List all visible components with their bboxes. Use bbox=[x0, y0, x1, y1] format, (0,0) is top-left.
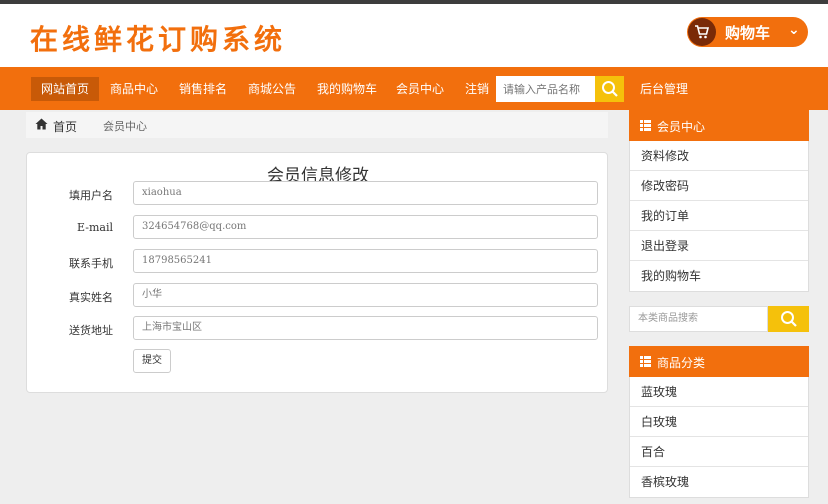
category-item-champagne-rose[interactable]: 香槟玫瑰 bbox=[630, 467, 808, 497]
nav-item-products[interactable]: 商品中心 bbox=[100, 77, 168, 101]
category-title: 商品分类 bbox=[657, 356, 706, 370]
cart-icon bbox=[688, 18, 716, 46]
cart-button[interactable]: 购物车 ⌄ bbox=[687, 17, 808, 47]
nav-item-home[interactable]: 网站首页 bbox=[31, 77, 100, 101]
category-search-button[interactable] bbox=[768, 306, 809, 332]
category-item-white-rose[interactable]: 白玫瑰 bbox=[630, 407, 808, 437]
category-item-lily[interactable]: 百合 bbox=[630, 437, 808, 467]
breadcrumb: 首页 / 会员中心 bbox=[26, 112, 608, 138]
sidebar-item-logout[interactable]: 退出登录 bbox=[630, 231, 808, 261]
search-icon bbox=[602, 81, 618, 97]
search-icon bbox=[781, 311, 797, 327]
email-label: E-mail bbox=[77, 221, 113, 234]
address-label: 送货地址 bbox=[69, 324, 113, 337]
member-center-header: 会员中心 bbox=[629, 110, 809, 141]
nav-item-announcements[interactable]: 商城公告 bbox=[238, 77, 306, 101]
product-search-button[interactable] bbox=[595, 76, 624, 102]
phone-field[interactable]: 18798565241 bbox=[133, 249, 598, 273]
nav-item-member-center[interactable]: 会员中心 bbox=[386, 77, 454, 101]
phone-label: 联系手机 bbox=[69, 257, 113, 270]
email-field[interactable]: 324654768@qq.com bbox=[133, 215, 598, 239]
nav-item-my-cart[interactable]: 我的购物车 bbox=[307, 77, 387, 101]
category-menu: 蓝玫瑰 白玫瑰 百合 香槟玫瑰 bbox=[629, 377, 809, 498]
cart-label: 购物车 bbox=[725, 24, 771, 42]
category-search-input[interactable]: 本类商品搜索 bbox=[629, 306, 768, 332]
sidebar-item-my-orders[interactable]: 我的订单 bbox=[630, 201, 808, 231]
category-header: 商品分类 bbox=[629, 346, 809, 377]
list-icon bbox=[640, 356, 651, 367]
sidebar-item-change-password[interactable]: 修改密码 bbox=[630, 171, 808, 201]
sidebar-item-edit-profile[interactable]: 资料修改 bbox=[630, 141, 808, 171]
sidebar-item-my-cart[interactable]: 我的购物车 bbox=[630, 261, 808, 291]
main-nav: 网站首页 商品中心 销售排名 商城公告 我的购物车 会员中心 注销 后台管理 bbox=[0, 67, 828, 110]
breadcrumb-home[interactable]: 首页 bbox=[53, 118, 77, 135]
realname-label: 真实姓名 bbox=[69, 291, 113, 304]
nav-item-admin[interactable]: 后台管理 bbox=[630, 77, 698, 101]
chevron-down-icon: ⌄ bbox=[788, 22, 800, 38]
category-item-blue-rose[interactable]: 蓝玫瑰 bbox=[630, 377, 808, 407]
address-field[interactable]: 上海市宝山区 bbox=[133, 316, 598, 340]
username-label: 填用户名 bbox=[69, 189, 113, 202]
site-logo[interactable]: 在线鲜花订购系统 bbox=[30, 18, 286, 58]
list-icon bbox=[640, 120, 651, 131]
breadcrumb-current: 会员中心 bbox=[103, 120, 147, 133]
nav-item-ranking[interactable]: 销售排名 bbox=[169, 77, 237, 101]
username-field[interactable]: xiaohua bbox=[133, 181, 598, 205]
realname-field[interactable]: 小华 bbox=[133, 283, 598, 307]
member-info-panel: 会员信息修改 填用户名 xiaohua E-mail 324654768@qq.… bbox=[26, 152, 608, 393]
member-menu: 资料修改 修改密码 我的订单 退出登录 我的购物车 bbox=[629, 141, 809, 292]
nav-item-logout[interactable]: 注销 bbox=[455, 77, 499, 101]
site-header: 在线鲜花订购系统 购物车 ⌄ bbox=[0, 4, 828, 67]
submit-button[interactable]: 提交 bbox=[133, 349, 171, 373]
member-center-title: 会员中心 bbox=[657, 120, 706, 134]
home-icon bbox=[35, 118, 48, 130]
product-search-input[interactable] bbox=[496, 76, 595, 102]
